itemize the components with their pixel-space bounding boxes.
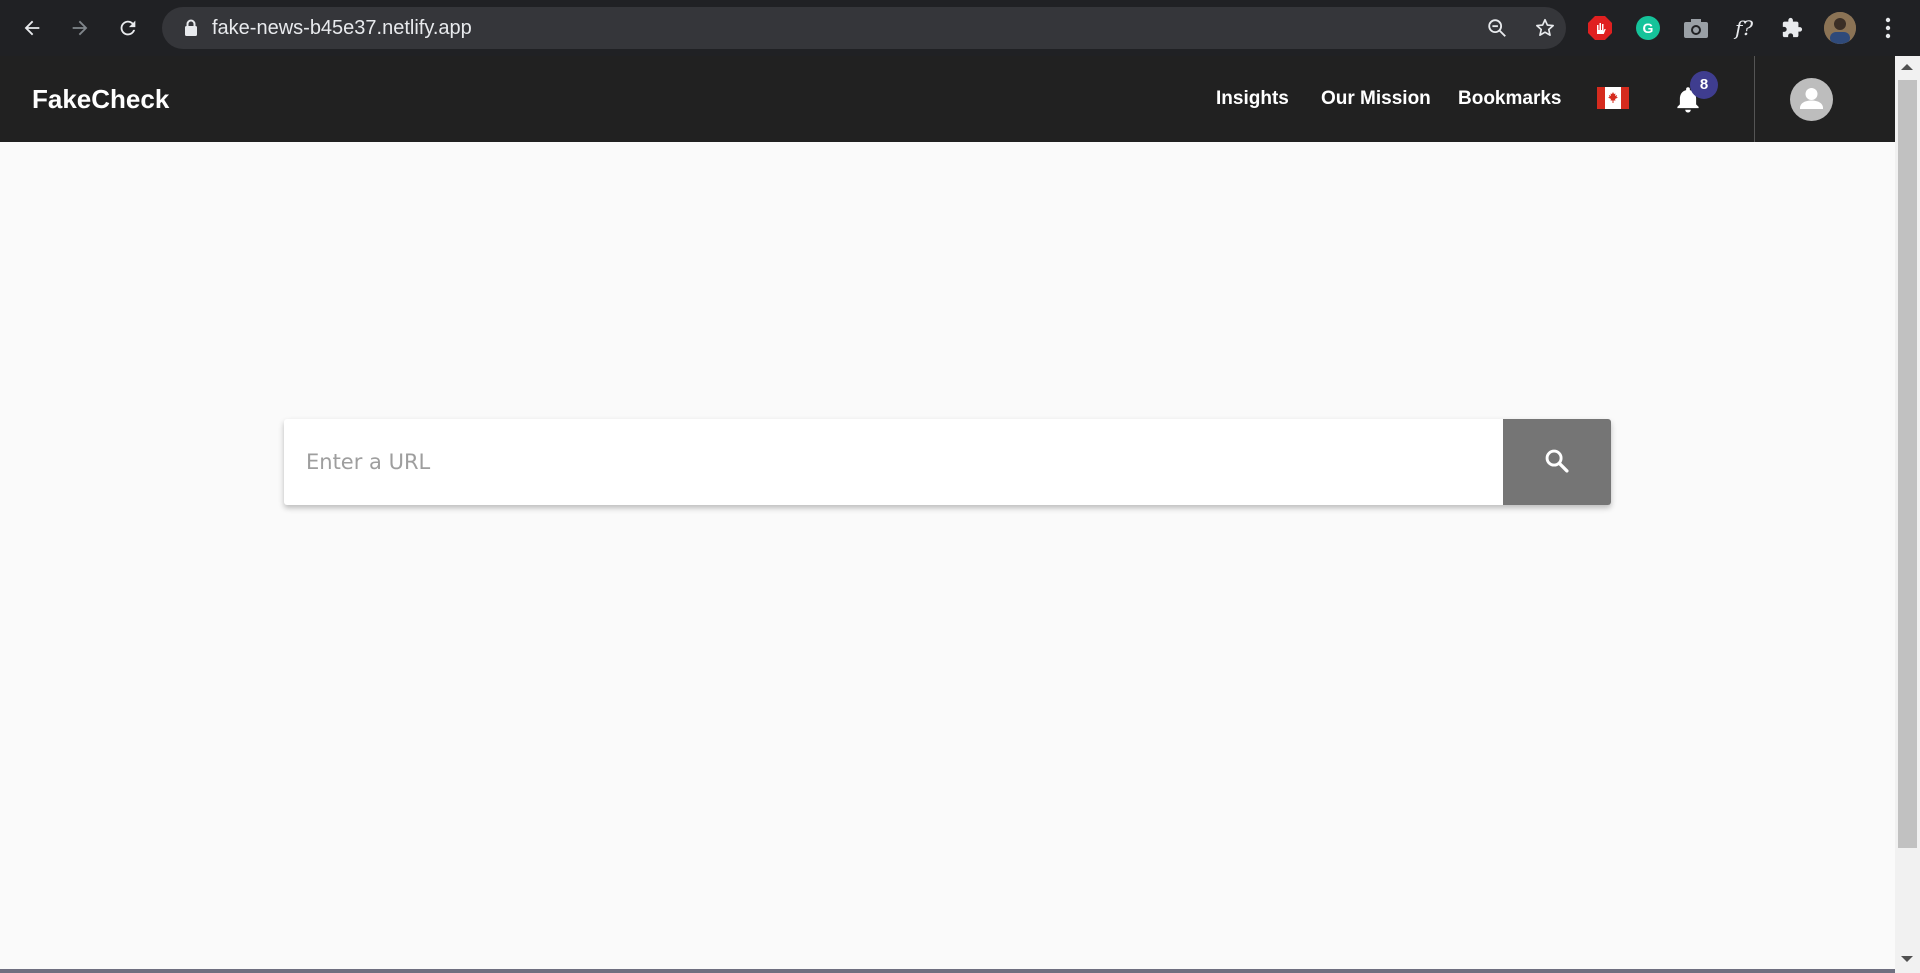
canada-flag-icon[interactable] (1597, 87, 1629, 109)
profile-avatar-icon[interactable] (1824, 12, 1856, 44)
camera-extension-icon[interactable] (1682, 14, 1710, 42)
search-icon (1543, 447, 1571, 478)
star-icon[interactable] (1534, 17, 1556, 44)
lock-icon[interactable] (184, 19, 198, 42)
notification-count-badge: 8 (1690, 71, 1718, 99)
vertical-scrollbar[interactable] (1895, 56, 1920, 973)
reload-icon[interactable] (112, 12, 144, 44)
brand-logo[interactable]: FakeCheck (32, 56, 169, 142)
nav-bookmarks[interactable]: Bookmarks (1458, 56, 1562, 142)
bottom-edge (0, 969, 1895, 973)
scroll-down-arrow-icon[interactable] (1901, 956, 1913, 962)
header-divider (1754, 56, 1755, 142)
url-input[interactable] (284, 419, 1503, 505)
menu-dots-icon[interactable] (1874, 14, 1902, 42)
scroll-thumb[interactable] (1898, 80, 1917, 848)
address-bar[interactable]: fake-news-b45e37.netlify.app (162, 7, 1566, 49)
grammarly-extension-icon[interactable]: G (1634, 14, 1662, 42)
stop-hand-extension-icon[interactable] (1586, 14, 1614, 42)
font-extension-icon[interactable]: f? (1730, 14, 1758, 42)
search-button[interactable] (1503, 419, 1611, 505)
forward-icon[interactable] (64, 12, 96, 44)
zoom-out-icon[interactable] (1486, 17, 1508, 44)
scroll-up-arrow-icon[interactable] (1901, 64, 1913, 70)
nav-our-mission[interactable]: Our Mission (1321, 56, 1431, 142)
site-header: FakeCheck Insights Our Mission Bookmarks… (0, 56, 1895, 142)
svg-text:G: G (1643, 20, 1654, 36)
user-avatar-icon[interactable] (1790, 78, 1833, 121)
back-icon[interactable] (16, 12, 48, 44)
url-text[interactable]: fake-news-b45e37.netlify.app (212, 7, 472, 49)
extensions-puzzle-icon[interactable] (1778, 14, 1806, 42)
browser-toolbar: fake-news-b45e37.netlify.app G f? (0, 0, 1920, 56)
url-search-bar (284, 419, 1611, 505)
nav-insights[interactable]: Insights (1216, 56, 1289, 142)
